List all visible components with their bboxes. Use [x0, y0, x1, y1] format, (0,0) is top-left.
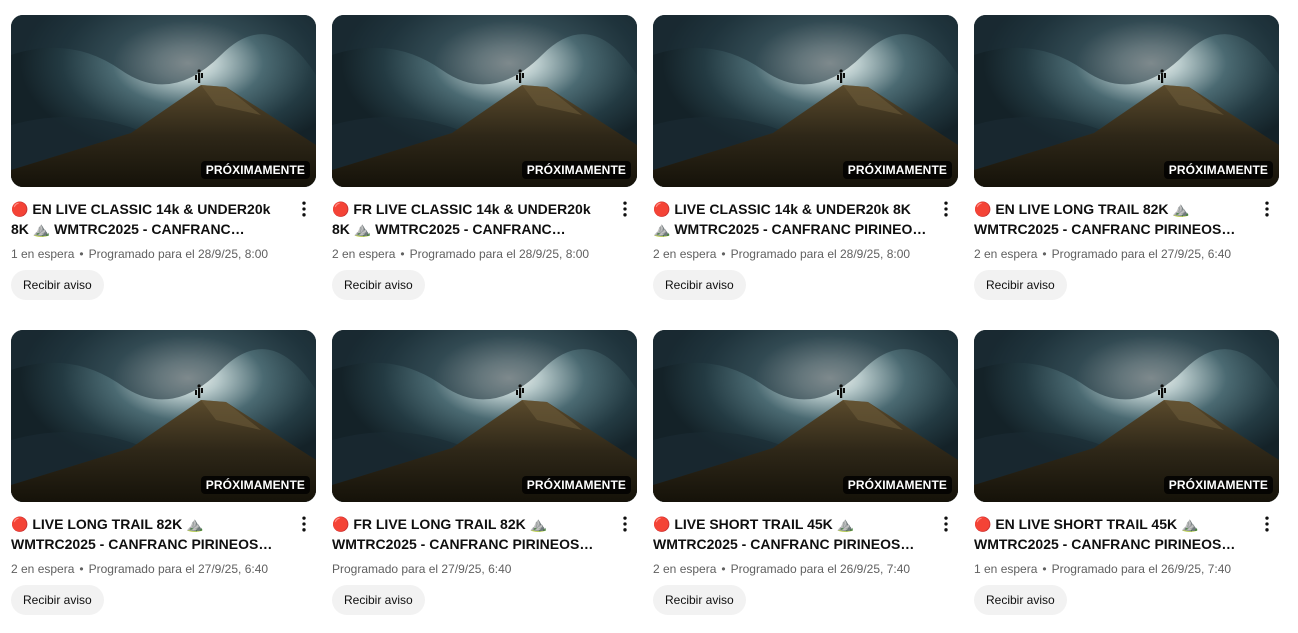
video-card: PRÓXIMAMENTE 🔴 EN LIVE CLASSIC 14k & UND…	[11, 15, 316, 313]
video-meta: 🔴 LIVE CLASSIC 14k & UNDER20k 8K ⛰️ WMTR…	[653, 187, 958, 300]
scheduled-time: Programado para el 27/9/25, 6:40	[88, 562, 269, 576]
more-vert-icon[interactable]	[1255, 512, 1279, 536]
scheduled-time: Programado para el 27/9/25, 6:40	[1051, 247, 1232, 261]
separator-dot: •	[79, 247, 84, 261]
video-title[interactable]: 🔴 EN LIVE LONG TRAIL 82K ⛰️ WMTRC2025 - …	[974, 199, 1279, 239]
scheduled-time: Programado para el 27/9/25, 6:40	[332, 562, 512, 576]
more-vert-icon[interactable]	[613, 197, 637, 221]
separator-dot: •	[721, 562, 726, 576]
notify-button[interactable]: Recibir aviso	[11, 270, 104, 300]
video-info: Programado para el 27/9/25, 6:40	[332, 560, 637, 578]
video-title[interactable]: 🔴 EN LIVE CLASSIC 14k & UNDER20k 8K ⛰️ W…	[11, 199, 316, 239]
scheduled-time: Programado para el 28/9/25, 8:00	[88, 247, 269, 261]
video-thumbnail[interactable]: PRÓXIMAMENTE	[974, 15, 1279, 187]
notify-button[interactable]: Recibir aviso	[332, 270, 425, 300]
waiting-count: 2 en espera	[332, 247, 396, 261]
video-title[interactable]: 🔴 FR LIVE CLASSIC 14k & UNDER20k 8K ⛰️ W…	[332, 199, 637, 239]
notify-button[interactable]: Recibir aviso	[11, 585, 104, 615]
upcoming-badge: PRÓXIMAMENTE	[200, 161, 310, 179]
notify-button[interactable]: Recibir aviso	[332, 585, 425, 615]
video-title[interactable]: 🔴 EN LIVE SHORT TRAIL 45K ⛰️ WMTRC2025 -…	[974, 514, 1279, 554]
upcoming-badge: PRÓXIMAMENTE	[1163, 161, 1273, 179]
notify-button[interactable]: Recibir aviso	[974, 270, 1067, 300]
notify-button[interactable]: Recibir aviso	[974, 585, 1067, 615]
video-title[interactable]: 🔴 LIVE CLASSIC 14k & UNDER20k 8K ⛰️ WMTR…	[653, 199, 958, 239]
video-meta: 🔴 LIVE SHORT TRAIL 45K ⛰️ WMTRC2025 - CA…	[653, 502, 958, 615]
more-vert-icon[interactable]	[292, 512, 316, 536]
more-vert-icon[interactable]	[934, 512, 958, 536]
more-vert-icon[interactable]	[1255, 197, 1279, 221]
video-thumbnail[interactable]: PRÓXIMAMENTE	[11, 15, 316, 187]
separator-dot: •	[721, 247, 726, 261]
video-meta: 🔴 LIVE LONG TRAIL 82K ⛰️ WMTRC2025 - CAN…	[11, 502, 316, 615]
video-info: 1 en espera • Programado para el 28/9/25, …	[11, 245, 316, 263]
notify-button[interactable]: Recibir aviso	[653, 585, 746, 615]
video-info: 2 en espera • Programado para el 28/9/25, …	[332, 245, 637, 263]
more-vert-icon[interactable]	[613, 512, 637, 536]
video-card: PRÓXIMAMENTE 🔴 FR LIVE LONG TRAIL 82K ⛰️…	[332, 330, 637, 628]
more-vert-icon[interactable]	[934, 197, 958, 221]
video-thumbnail[interactable]: PRÓXIMAMENTE	[332, 330, 637, 502]
video-grid: PRÓXIMAMENTE 🔴 EN LIVE CLASSIC 14k & UND…	[11, 15, 1279, 628]
separator-dot: •	[1042, 562, 1047, 576]
scheduled-time: Programado para el 28/9/25, 8:00	[730, 247, 911, 261]
waiting-count: 2 en espera	[11, 562, 75, 576]
upcoming-badge: PRÓXIMAMENTE	[200, 476, 310, 494]
video-thumbnail[interactable]: PRÓXIMAMENTE	[332, 15, 637, 187]
waiting-count: 1 en espera	[974, 562, 1038, 576]
video-card: PRÓXIMAMENTE 🔴 LIVE SHORT TRAIL 45K ⛰️ W…	[653, 330, 958, 628]
scheduled-time: Programado para el 26/9/25, 7:40	[1051, 562, 1232, 576]
separator-dot: •	[79, 562, 84, 576]
upcoming-badge: PRÓXIMAMENTE	[521, 476, 631, 494]
video-card: PRÓXIMAMENTE 🔴 EN LIVE SHORT TRAIL 45K ⛰…	[974, 330, 1279, 628]
scheduled-time: Programado para el 26/9/25, 7:40	[730, 562, 911, 576]
waiting-count: 2 en espera	[653, 562, 717, 576]
video-info: 2 en espera • Programado para el 27/9/25, …	[974, 245, 1279, 263]
video-thumbnail[interactable]: PRÓXIMAMENTE	[653, 15, 958, 187]
video-meta: 🔴 FR LIVE CLASSIC 14k & UNDER20k 8K ⛰️ W…	[332, 187, 637, 300]
waiting-count: 2 en espera	[974, 247, 1038, 261]
waiting-count: 2 en espera	[653, 247, 717, 261]
scheduled-time: Programado para el 28/9/25, 8:00	[409, 247, 590, 261]
video-meta: 🔴 EN LIVE SHORT TRAIL 45K ⛰️ WMTRC2025 -…	[974, 502, 1279, 615]
upcoming-badge: PRÓXIMAMENTE	[521, 161, 631, 179]
upcoming-badge: PRÓXIMAMENTE	[842, 476, 952, 494]
video-info: 2 en espera • Programado para el 28/9/25, …	[653, 245, 958, 263]
video-thumbnail[interactable]: PRÓXIMAMENTE	[974, 330, 1279, 502]
upcoming-badge: PRÓXIMAMENTE	[1163, 476, 1273, 494]
more-vert-icon[interactable]	[292, 197, 316, 221]
video-meta: 🔴 FR LIVE LONG TRAIL 82K ⛰️ WMTRC2025 - …	[332, 502, 637, 615]
video-card: PRÓXIMAMENTE 🔴 EN LIVE LONG TRAIL 82K ⛰️…	[974, 15, 1279, 313]
video-meta: 🔴 EN LIVE CLASSIC 14k & UNDER20k 8K ⛰️ W…	[11, 187, 316, 300]
upcoming-badge: PRÓXIMAMENTE	[842, 161, 952, 179]
separator-dot: •	[1042, 247, 1047, 261]
video-card: PRÓXIMAMENTE 🔴 LIVE CLASSIC 14k & UNDER2…	[653, 15, 958, 313]
video-title[interactable]: 🔴 LIVE LONG TRAIL 82K ⛰️ WMTRC2025 - CAN…	[11, 514, 316, 554]
video-title[interactable]: 🔴 FR LIVE LONG TRAIL 82K ⛰️ WMTRC2025 - …	[332, 514, 637, 554]
video-thumbnail[interactable]: PRÓXIMAMENTE	[653, 330, 958, 502]
notify-button[interactable]: Recibir aviso	[653, 270, 746, 300]
video-thumbnail[interactable]: PRÓXIMAMENTE	[11, 330, 316, 502]
video-card: PRÓXIMAMENTE 🔴 FR LIVE CLASSIC 14k & UND…	[332, 15, 637, 313]
video-info: 2 en espera • Programado para el 26/9/25, …	[653, 560, 958, 578]
video-info: 2 en espera • Programado para el 27/9/25, …	[11, 560, 316, 578]
video-title[interactable]: 🔴 LIVE SHORT TRAIL 45K ⛰️ WMTRC2025 - CA…	[653, 514, 958, 554]
separator-dot: •	[400, 247, 405, 261]
video-card: PRÓXIMAMENTE 🔴 LIVE LONG TRAIL 82K ⛰️ WM…	[11, 330, 316, 628]
video-meta: 🔴 EN LIVE LONG TRAIL 82K ⛰️ WMTRC2025 - …	[974, 187, 1279, 300]
video-info: 1 en espera • Programado para el 26/9/25, …	[974, 560, 1279, 578]
waiting-count: 1 en espera	[11, 247, 75, 261]
